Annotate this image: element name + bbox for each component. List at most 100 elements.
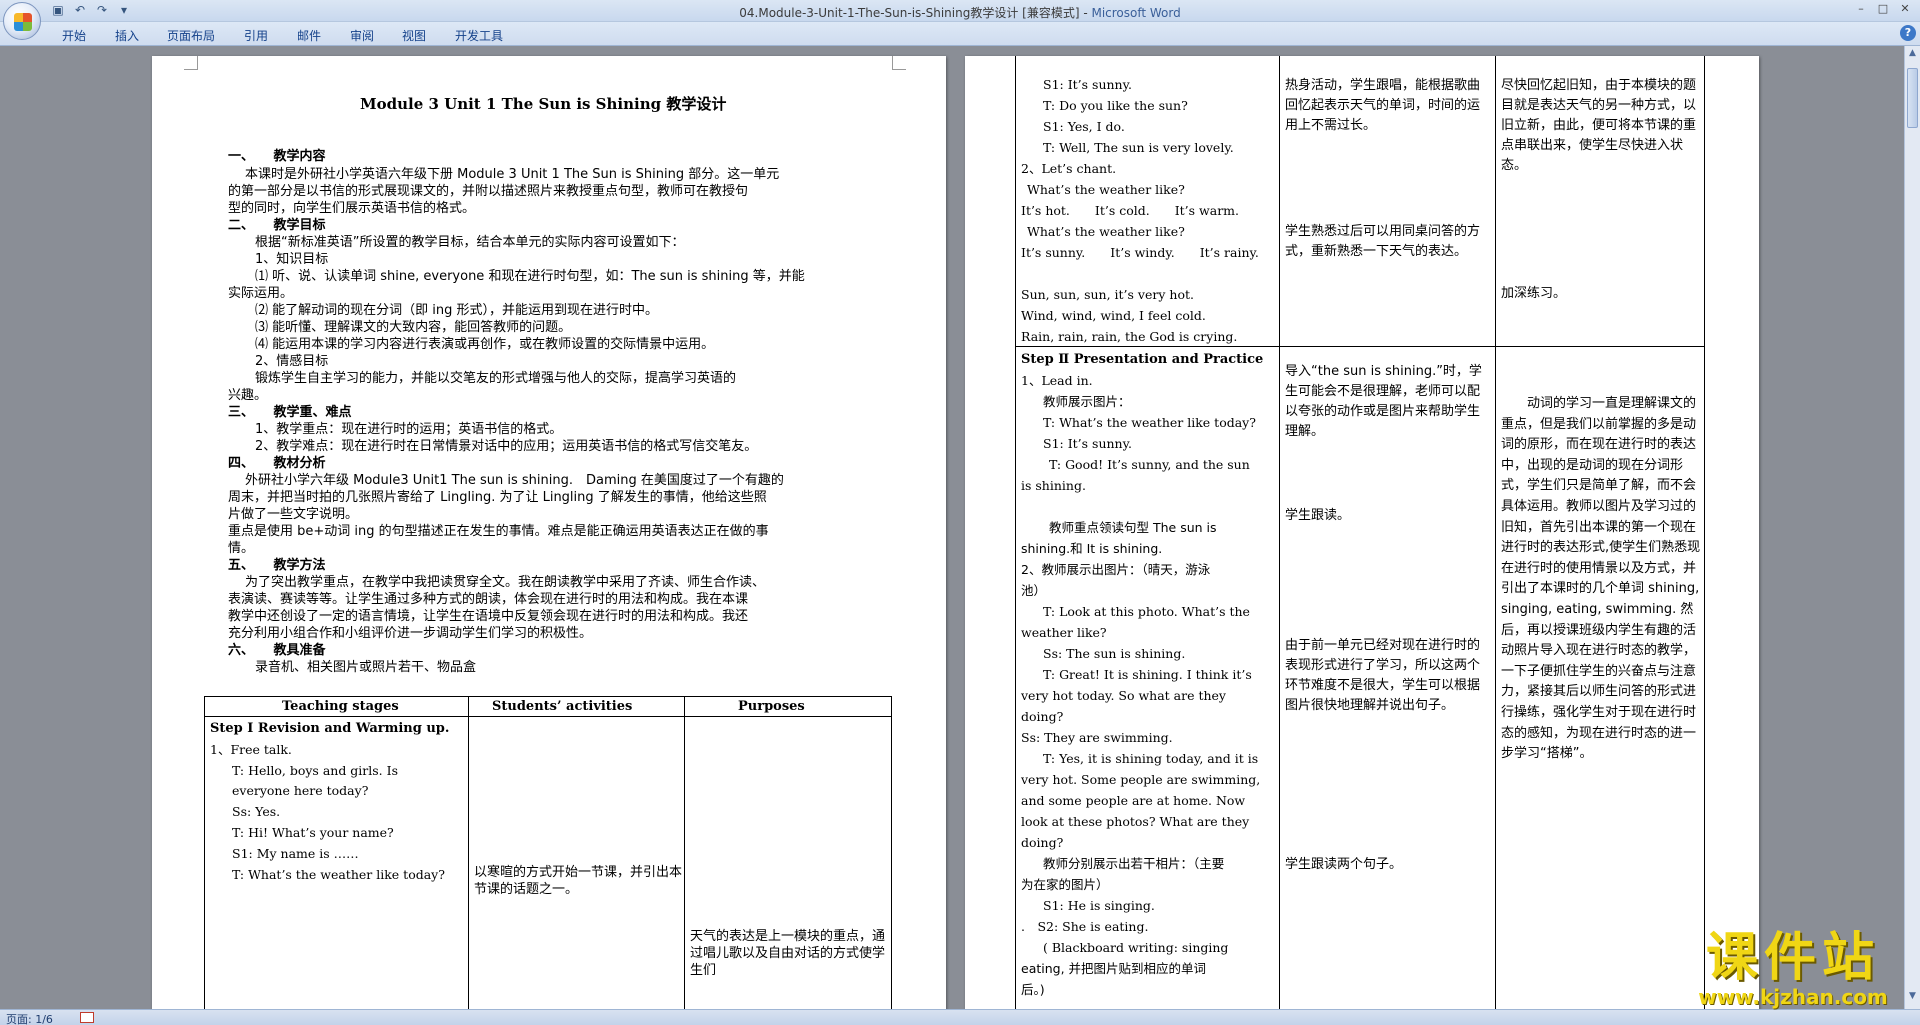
tab-developer[interactable]: 开发工具 [455, 27, 503, 44]
table-rule [468, 696, 469, 1009]
table-line: S1: He is singing. [1043, 898, 1155, 913]
tab-mailings[interactable]: 邮件 [297, 27, 321, 44]
window-controls: – □ ✕ [1852, 2, 1914, 18]
table-line: T: What’s the weather like today? [1043, 415, 1256, 430]
body-line: 型的同时，向学生们展示英语书信的格式。 [228, 201, 476, 216]
window-title: 04.Module-3-Unit-1-The-Sun-is-Shining教学设… [0, 4, 1920, 21]
table-line: . S2: She is eating. [1021, 919, 1149, 934]
page-indicator[interactable]: 页面: 1/6 [6, 1011, 53, 1025]
table-cell: 热身活动，学生跟唱，能根据歌曲回忆起表示天气的单词，时间的运用上不需过长。 [1285, 78, 1481, 133]
title-bar: 04.Module-3-Unit-1-The-Sun-is-Shining教学设… [0, 0, 1920, 22]
table-line: T: Do you like the sun? [1043, 98, 1188, 113]
body-line: 周末，并把当时拍的几张照片寄给了 Lingling. 为了让 Lingling … [228, 490, 767, 505]
table-line: T: Hello, boys and girls. Is [232, 763, 398, 778]
watermark-logo: 课件站 [1705, 928, 1880, 988]
table-line: 教师重点领读句型 The sun is [1049, 520, 1217, 535]
table-cell: 动词的学习一直是理解课文的重点，但是我们以前掌握的多是动词的原形，而在现在进行时… [1501, 396, 1701, 762]
table-line: very hot. Some people are swimming, [1021, 772, 1261, 787]
redo-icon[interactable]: ↷ [94, 3, 110, 18]
scrollbar-thumb[interactable] [1907, 68, 1918, 128]
body-line: 为了突出教学重点，在教学中我把读贯穿全文。我在朗读教学中采用了齐读、师生合作读、 [232, 575, 766, 590]
maximize-icon[interactable]: □ [1874, 2, 1892, 18]
body-line: 的第一部分是以书信的形式展现课文的，并附以描述照片来教授重点句型，教师可在教授句 [228, 184, 749, 199]
table-cell: 学生熟悉过后可以用同桌问答的方式，重新熟悉一下天气的表达。 [1285, 224, 1481, 259]
table-header: Purposes [738, 699, 805, 714]
table-line: doing? [1021, 835, 1064, 850]
table-line: weather like? [1021, 625, 1107, 640]
table-rule [1015, 346, 1705, 347]
body-line: ⑴ 听、说、认读单词 shine, everyone 和现在进行时句型，如：Th… [255, 269, 805, 284]
body-line: 片做了一些文字说明。 [228, 507, 359, 522]
table-cell: 导入“the sun is shining.”时，学生可能会不是很理解，老师可以… [1285, 364, 1482, 439]
customize-toolbar-icon[interactable]: ▾ [116, 3, 132, 18]
tab-view[interactable]: 视图 [402, 27, 426, 44]
body-line: 1、教学重点：现在进行时的运用；英语书信的格式。 [255, 422, 563, 437]
tab-references[interactable]: 引用 [244, 27, 268, 44]
body-line: ⑷ 能运用本课的学习内容进行表演或再创作，或在教师设置的交际情景中运用。 [255, 337, 715, 352]
table-line: T: Great! It is shining. I think it’s [1043, 667, 1252, 682]
table-rule [684, 696, 685, 1009]
table-line: 后。) [1021, 982, 1045, 997]
table-line: everyone here today? [232, 783, 369, 798]
proofing-icon[interactable] [80, 1012, 94, 1023]
table-line: 教师分别展示出若干相片：（主要 [1043, 856, 1225, 871]
section-heading: 六、 教具准备 [228, 643, 326, 658]
document-area[interactable]: Module 3 Unit 1 The Sun is Shining 教学设计 … [0, 46, 1904, 1009]
table-line: S1: It’s sunny. [1043, 77, 1132, 92]
table-line: 池） [1021, 583, 1047, 598]
body-line: 2、情感目标 [255, 354, 329, 369]
page-1[interactable]: Module 3 Unit 1 The Sun is Shining 教学设计 … [152, 56, 946, 1009]
app-name: Microsoft Word [1091, 6, 1181, 20]
body-line: 情。 [228, 541, 255, 556]
tab-page-layout[interactable]: 页面布局 [167, 27, 215, 44]
table-rule [204, 716, 892, 717]
section-heading: 二、 教学目标 [228, 218, 326, 233]
status-bar: 页面: 1/6 [0, 1009, 1920, 1025]
tab-home[interactable]: 开始 [62, 27, 86, 44]
quick-access-toolbar: ▣ ↶ ↷ ▾ [50, 3, 132, 18]
document-heading: Module 3 Unit 1 The Sun is Shining 教学设计 [360, 95, 727, 113]
undo-icon[interactable]: ↶ [72, 3, 88, 18]
body-line: 教学中还创设了一定的语言情境，让学生在语境中反复领会现在进行时的用法和构成。我还 [228, 609, 749, 624]
table-rule [1279, 56, 1280, 1009]
office-button[interactable] [3, 2, 41, 40]
table-line: ( Blackboard writing: singing [1043, 940, 1229, 955]
table-line: Ss: The sun is shining. [1043, 646, 1186, 661]
table-cell: 以寒暄的方式开始一节课，并引出本节课的话题之一。 [474, 865, 683, 897]
vertical-scrollbar[interactable]: ▲ ▼ [1904, 46, 1920, 1009]
document-title: 04.Module-3-Unit-1-The-Sun-is-Shining教学设… [739, 6, 1092, 20]
table-line: Sun, sun, sun, it’s very hot. [1021, 287, 1194, 302]
table-line: It’s hot. It’s cold. It’s warm. [1021, 203, 1239, 218]
stage-title: Step Ⅱ Presentation and Practice [1021, 352, 1264, 367]
body-line: 兴趣。 [228, 388, 268, 403]
table-line: T: Hi! What’s your name? [232, 825, 394, 840]
table-line: 2、Let’s chant. [1021, 161, 1117, 176]
body-line: 重点是使用 be+动词 ing 的句型描述正在发生的事情。难点是能正确运用英语表… [228, 524, 769, 539]
body-line: 表演读、赛读等等。让学生通过多种方式的朗读，体会现在进行时的用法和构成。我在本课 [228, 592, 749, 607]
table-header: Students’ activities [492, 699, 633, 714]
tab-review[interactable]: 审阅 [350, 27, 374, 44]
table-line: and some people are at home. Now [1021, 793, 1246, 808]
table-line: S1: My name is …… [232, 846, 359, 861]
body-line: ⑵ 能了解动词的现在分词（即 ing 形式），并能运用到现在进行时中。 [255, 303, 659, 318]
table-line: look at these photos? What are they [1021, 814, 1250, 829]
tab-insert[interactable]: 插入 [115, 27, 139, 44]
scroll-up-icon[interactable]: ▲ [1907, 48, 1918, 62]
close-icon[interactable]: ✕ [1896, 2, 1914, 18]
body-line: 实际运用。 [228, 286, 294, 301]
page-2[interactable]: S1: It’s sunny. T: Do you like the sun? … [965, 56, 1759, 1009]
watermark: 课件站 www.kjzhan.com [1668, 930, 1918, 1008]
table-cell: 由于前一单元已经对现在进行时的表现形式进行了学习，所以这两个环节难度不是很大，学… [1285, 638, 1481, 713]
save-icon[interactable]: ▣ [50, 3, 66, 18]
office-logo-icon [14, 13, 32, 31]
minimize-icon[interactable]: – [1852, 2, 1870, 18]
section-heading: 四、 教材分析 [228, 456, 326, 471]
table-line: very hot today. So what are they [1021, 688, 1226, 703]
section-heading: 五、 教学方法 [228, 558, 326, 573]
body-line: 充分利用小组合作和小组评价进一步调动学生们学习的积极性。 [228, 626, 593, 641]
table-line: S1: Yes, I do. [1043, 119, 1125, 134]
table-cell: 尽快回忆起旧知，由于本模块的题目就是表达天气的另一种方式，以旧立新，由此，便可将… [1501, 78, 1697, 173]
table-line: What’s the weather like? [1027, 224, 1185, 239]
help-icon[interactable]: ? [1900, 25, 1916, 41]
table-line: T: Well, The sun is very lovely. [1043, 140, 1234, 155]
